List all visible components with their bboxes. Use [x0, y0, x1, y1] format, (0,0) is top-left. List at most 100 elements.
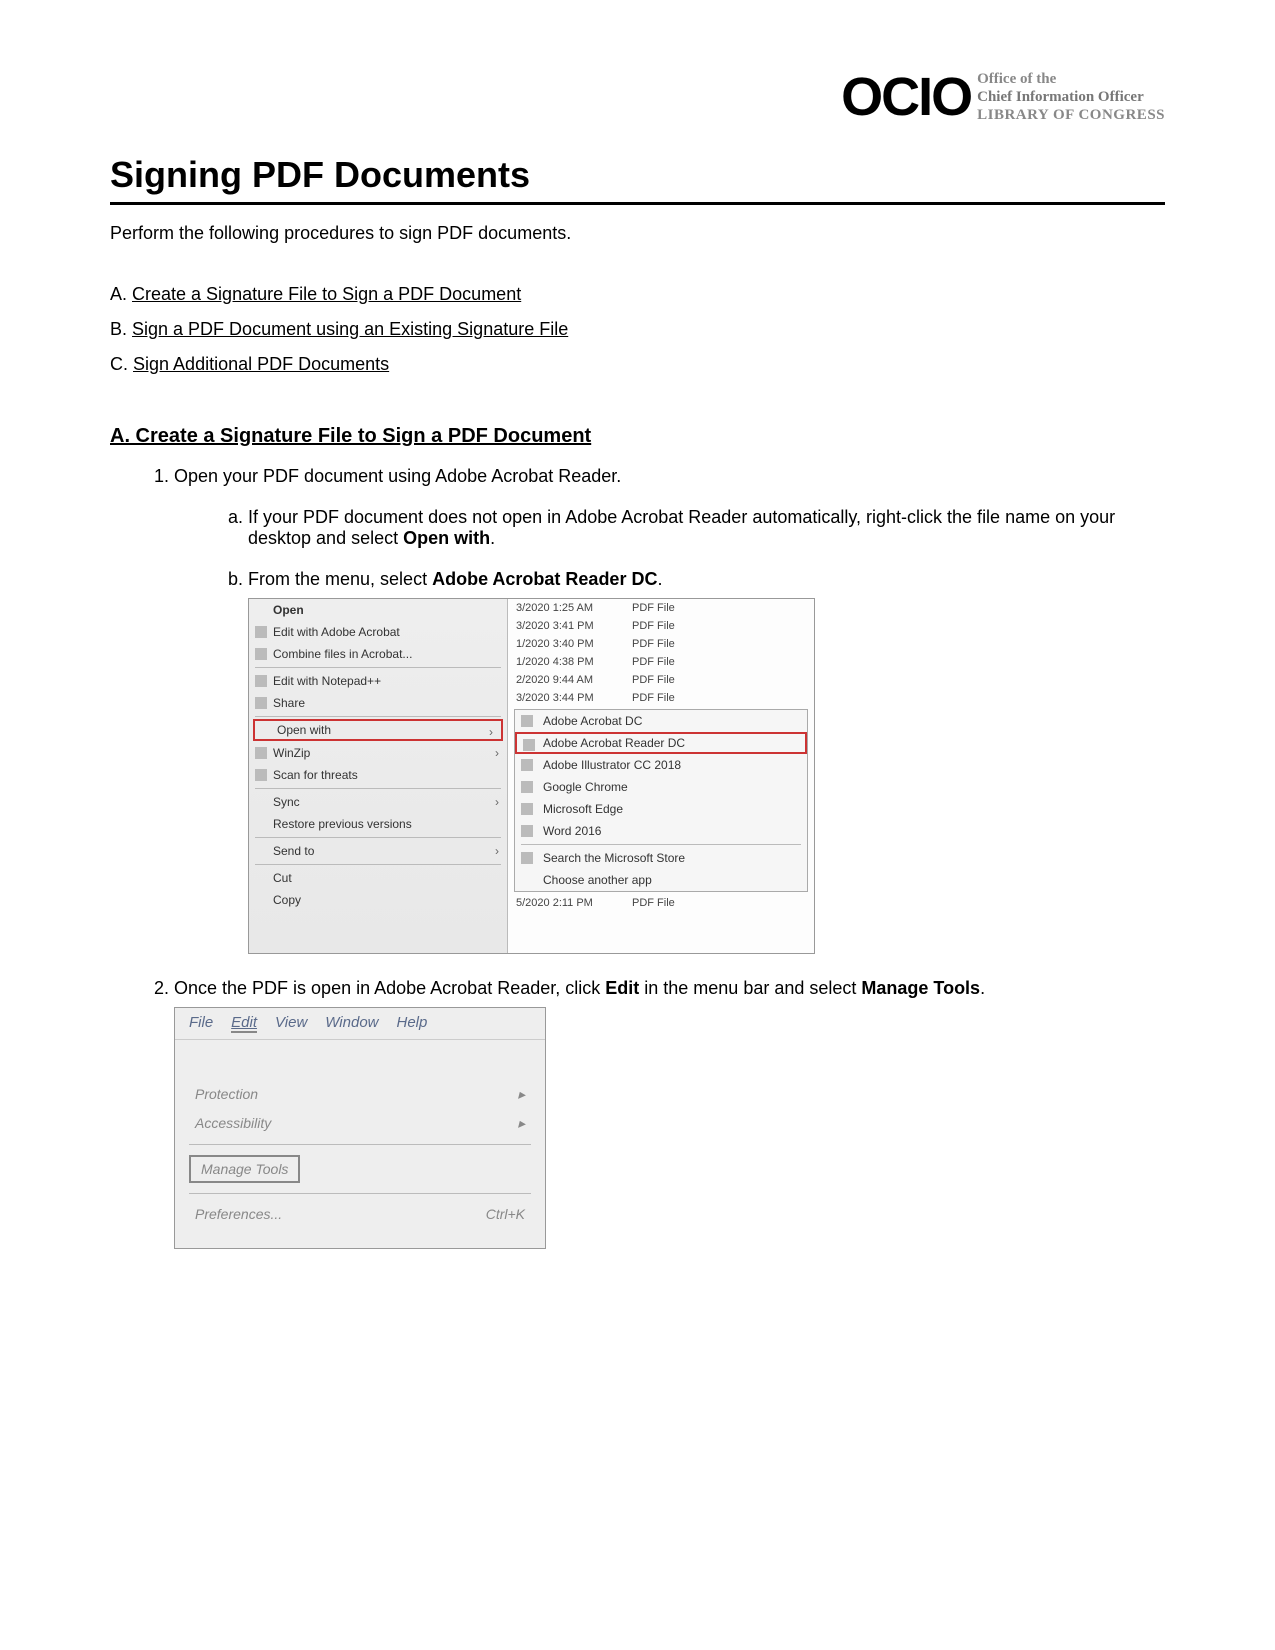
chevron-right-icon: › [495, 746, 499, 760]
context-menu-panel: Open Edit with Adobe Acrobat Combine fil… [249, 599, 508, 953]
step-1a-post: . [490, 528, 495, 548]
ctx-sendto[interactable]: Send to› [249, 840, 507, 862]
intro-text: Perform the following procedures to sign… [110, 223, 1165, 244]
dd-protection[interactable]: Protection▸ [189, 1080, 531, 1109]
office-line-1: Office of the [977, 70, 1165, 88]
toc-a-prefix: A. [110, 284, 132, 304]
edit-dropdown: Protection▸ Accessibility▸ Manage Tools … [175, 1080, 545, 1228]
store-icon [521, 852, 533, 864]
ctx-open-with[interactable]: Open with› [253, 719, 503, 741]
dd-accessibility[interactable]: Accessibility▸ [189, 1109, 531, 1138]
dd-preferences[interactable]: Preferences...Ctrl+K [189, 1200, 531, 1228]
shortcut-label: Ctrl+K [486, 1206, 525, 1222]
separator [189, 1144, 531, 1145]
step-1: Open your PDF document using Adobe Acrob… [174, 466, 1165, 954]
ctx-scan[interactable]: Scan for threats [249, 764, 507, 786]
ctx-edit-notepad[interactable]: Edit with Notepad++ [249, 670, 507, 692]
toc-link-a[interactable]: Create a Signature File to Sign a PDF Do… [132, 284, 521, 304]
submenu-illustrator[interactable]: Adobe Illustrator CC 2018 [515, 754, 807, 776]
substeps-1: If your PDF document does not open in Ad… [174, 507, 1165, 954]
office-line-3: LIBRARY OF CONGRESS [977, 106, 1165, 124]
ocio-logo-text: OCIO [841, 70, 971, 124]
ctx-winzip[interactable]: WinZip› [249, 742, 507, 764]
table-of-contents: A. Create a Signature File to Sign a PDF… [110, 284, 1165, 375]
chevron-right-icon: ▸ [518, 1115, 525, 1132]
separator [255, 864, 501, 865]
separator [255, 837, 501, 838]
step-1b-bold: Adobe Acrobat Reader DC [432, 569, 657, 589]
step-2-mid: in the menu bar and select [639, 978, 861, 998]
steps-list: Open your PDF document using Adobe Acrob… [110, 466, 1165, 1249]
step-1a-pre: If your PDF document does not open in Ad… [248, 507, 1115, 548]
file-list-and-submenu: 3/2020 1:25 AMPDF File 3/2020 3:41 PMPDF… [508, 599, 814, 953]
toc-link-c[interactable]: Sign Additional PDF Documents [133, 354, 389, 374]
edge-icon [521, 803, 533, 815]
submenu-reader-dc[interactable]: Adobe Acrobat Reader DC [515, 732, 807, 754]
submenu-edge[interactable]: Microsoft Edge [515, 798, 807, 820]
ctx-edit-acrobat[interactable]: Edit with Adobe Acrobat [249, 621, 507, 643]
chevron-right-icon: › [495, 795, 499, 809]
separator [255, 788, 501, 789]
step-2: Once the PDF is open in Adobe Acrobat Re… [174, 978, 1165, 1249]
combine-icon [255, 648, 267, 660]
ctx-open[interactable]: Open [249, 599, 507, 621]
menu-help[interactable]: Help [397, 1014, 428, 1033]
menu-file[interactable]: File [189, 1014, 213, 1033]
submenu-choose[interactable]: Choose another app [515, 869, 807, 891]
acrobat-icon [255, 626, 267, 638]
step-1b-post: . [657, 569, 662, 589]
notepad-icon [255, 675, 267, 687]
step-1a-bold: Open with [403, 528, 490, 548]
menu-window[interactable]: Window [325, 1014, 378, 1033]
share-icon [255, 697, 267, 709]
step-2-pre: Once the PDF is open in Adobe Acrobat Re… [174, 978, 605, 998]
step-2-bold-1: Edit [605, 978, 639, 998]
toc-item-c: C. Sign Additional PDF Documents [110, 354, 1165, 375]
ctx-cut[interactable]: Cut [249, 867, 507, 889]
ctx-restore[interactable]: Restore previous versions [249, 813, 507, 835]
section-a-heading: A. Create a Signature File to Sign a PDF… [110, 425, 1165, 448]
shield-icon [255, 769, 267, 781]
file-row: 2/2020 9:44 AMPDF File [508, 671, 814, 689]
file-row: 1/2020 3:40 PMPDF File [508, 635, 814, 653]
ctx-share[interactable]: Share [249, 692, 507, 714]
reader-icon [523, 739, 535, 751]
toc-link-b[interactable]: Sign a PDF Document using an Existing Si… [132, 319, 568, 339]
winzip-icon [255, 747, 267, 759]
toc-item-b: B. Sign a PDF Document using an Existing… [110, 319, 1165, 340]
chrome-icon [521, 781, 533, 793]
file-row: 3/2020 3:44 PMPDF File [508, 689, 814, 707]
separator [521, 844, 801, 845]
menubar: File Edit View Window Help [175, 1008, 545, 1040]
file-row: 1/2020 4:38 PMPDF File [508, 653, 814, 671]
submenu-acrobat-dc[interactable]: Adobe Acrobat DC [515, 710, 807, 732]
step-1b-pre: From the menu, select [248, 569, 432, 589]
menu-edit[interactable]: Edit [231, 1014, 257, 1033]
office-text: Office of the Chief Information Officer … [977, 70, 1165, 124]
step-1b: From the menu, select Adobe Acrobat Read… [248, 569, 1165, 954]
submenu-word[interactable]: Word 2016 [515, 820, 807, 842]
toc-c-prefix: C. [110, 354, 133, 374]
file-row: 3/2020 3:41 PMPDF File [508, 617, 814, 635]
screenshot-context-menu: Open Edit with Adobe Acrobat Combine fil… [248, 598, 815, 954]
page-title: Signing PDF Documents [110, 154, 1165, 205]
screenshot-edit-menu: File Edit View Window Help Protection▸ A… [174, 1007, 546, 1249]
ctx-sync[interactable]: Sync› [249, 791, 507, 813]
separator [255, 667, 501, 668]
chevron-right-icon: › [489, 725, 493, 739]
submenu-store[interactable]: Search the Microsoft Store [515, 847, 807, 869]
toc-item-a: A. Create a Signature File to Sign a PDF… [110, 284, 1165, 305]
menu-view[interactable]: View [275, 1014, 307, 1033]
step-1-text: Open your PDF document using Adobe Acrob… [174, 466, 621, 486]
word-icon [521, 825, 533, 837]
submenu-chrome[interactable]: Google Chrome [515, 776, 807, 798]
dd-manage-tools[interactable]: Manage Tools [189, 1155, 300, 1183]
toc-b-prefix: B. [110, 319, 132, 339]
ocio-logo-block: OCIO Office of the Chief Information Off… [841, 70, 1165, 124]
chevron-right-icon: › [495, 844, 499, 858]
illustrator-icon [521, 759, 533, 771]
step-1a: If your PDF document does not open in Ad… [248, 507, 1165, 549]
step-2-bold-2: Manage Tools [861, 978, 980, 998]
ctx-combine[interactable]: Combine files in Acrobat... [249, 643, 507, 665]
ctx-copy[interactable]: Copy [249, 889, 507, 911]
